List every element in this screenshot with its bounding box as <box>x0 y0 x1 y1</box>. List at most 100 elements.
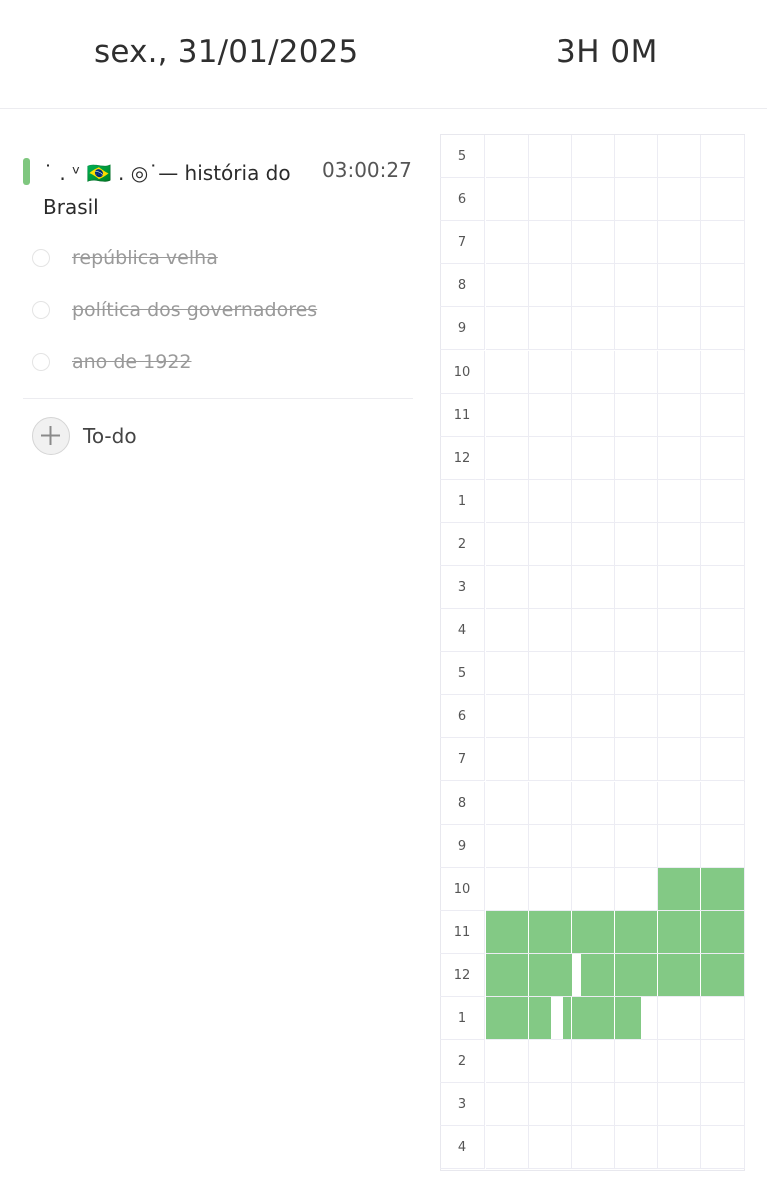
time-cell[interactable] <box>529 867 572 911</box>
time-cell[interactable] <box>486 393 529 437</box>
time-cell[interactable] <box>486 135 529 178</box>
time-cell[interactable] <box>615 1040 658 1084</box>
time-block[interactable] <box>486 997 551 1040</box>
time-cell[interactable] <box>486 695 529 739</box>
time-cell[interactable] <box>615 1126 658 1170</box>
time-cell[interactable] <box>658 824 701 868</box>
time-cell[interactable] <box>529 824 572 868</box>
time-cell[interactable] <box>572 522 615 566</box>
add-todo-button[interactable] <box>32 417 70 455</box>
time-cell[interactable] <box>486 178 529 222</box>
time-cell[interactable] <box>572 135 615 178</box>
time-cell[interactable] <box>486 738 529 782</box>
time-cell[interactable] <box>486 566 529 609</box>
time-cell[interactable] <box>572 867 615 911</box>
time-cell[interactable] <box>658 522 701 566</box>
time-cell[interactable] <box>529 522 572 566</box>
time-cell[interactable] <box>572 264 615 308</box>
time-cell[interactable] <box>529 1083 572 1127</box>
time-cell[interactable] <box>701 522 745 566</box>
time-cell[interactable] <box>615 824 658 868</box>
time-cell[interactable] <box>615 479 658 523</box>
time-cell[interactable] <box>658 221 701 265</box>
time-cell[interactable] <box>701 350 745 394</box>
time-cell[interactable] <box>658 393 701 437</box>
time-cell[interactable] <box>529 307 572 351</box>
time-cell[interactable] <box>572 738 615 782</box>
time-cell[interactable] <box>486 781 529 825</box>
time-cell[interactable] <box>701 1083 745 1127</box>
time-cell[interactable] <box>701 738 745 782</box>
time-cell[interactable] <box>658 997 701 1040</box>
time-cell[interactable] <box>529 781 572 825</box>
time-cell[interactable] <box>572 566 615 609</box>
time-cell[interactable] <box>658 652 701 696</box>
time-cell[interactable] <box>658 738 701 782</box>
time-cell[interactable] <box>529 436 572 480</box>
time-cell[interactable] <box>572 221 615 265</box>
time-cell[interactable] <box>658 135 701 178</box>
time-cell[interactable] <box>615 566 658 609</box>
checkbox-circle-icon[interactable] <box>32 301 50 319</box>
time-cell[interactable] <box>572 307 615 351</box>
task-title[interactable]: ˙ . ᵛ 🇧🇷 . ◎˙— história do Brasil <box>43 156 305 224</box>
time-cell[interactable] <box>529 221 572 265</box>
time-cell[interactable] <box>701 824 745 868</box>
time-cell[interactable] <box>486 867 529 911</box>
time-cell[interactable] <box>615 1083 658 1127</box>
time-cell[interactable] <box>615 264 658 308</box>
time-cell[interactable] <box>658 178 701 222</box>
time-cell[interactable] <box>572 393 615 437</box>
time-block[interactable] <box>563 997 641 1040</box>
time-cell[interactable] <box>701 997 745 1040</box>
checkbox-circle-icon[interactable] <box>32 249 50 267</box>
time-cell[interactable] <box>529 178 572 222</box>
time-cell[interactable] <box>658 350 701 394</box>
time-cell[interactable] <box>529 652 572 696</box>
time-cell[interactable] <box>486 652 529 696</box>
time-cell[interactable] <box>701 609 745 653</box>
time-cell[interactable] <box>572 1126 615 1170</box>
time-cell[interactable] <box>615 135 658 178</box>
time-block[interactable] <box>486 910 744 953</box>
time-cell[interactable] <box>529 609 572 653</box>
date-label[interactable]: sex., 31/01/2025 <box>94 34 358 70</box>
time-cell[interactable] <box>529 1040 572 1084</box>
time-cell[interactable] <box>615 652 658 696</box>
time-cell[interactable] <box>658 264 701 308</box>
time-cell[interactable] <box>572 652 615 696</box>
time-cell[interactable] <box>486 609 529 653</box>
time-cell[interactable] <box>529 264 572 308</box>
time-cell[interactable] <box>701 781 745 825</box>
checkbox-circle-icon[interactable] <box>32 353 50 371</box>
time-cell[interactable] <box>615 307 658 351</box>
time-cell[interactable] <box>658 1040 701 1084</box>
time-cell[interactable] <box>615 178 658 222</box>
time-cell[interactable] <box>529 135 572 178</box>
time-cell[interactable] <box>529 566 572 609</box>
time-cell[interactable] <box>486 350 529 394</box>
time-cell[interactable] <box>572 609 615 653</box>
time-cell[interactable] <box>572 436 615 480</box>
time-cell[interactable] <box>529 738 572 782</box>
time-cell[interactable] <box>701 264 745 308</box>
time-cell[interactable] <box>529 1126 572 1170</box>
time-cell[interactable] <box>486 824 529 868</box>
time-cell[interactable] <box>572 824 615 868</box>
time-cell[interactable] <box>701 566 745 609</box>
time-cell[interactable] <box>701 221 745 265</box>
time-cell[interactable] <box>486 264 529 308</box>
time-cell[interactable] <box>486 436 529 480</box>
time-cell[interactable] <box>701 695 745 739</box>
time-cell[interactable] <box>486 1083 529 1127</box>
time-cell[interactable] <box>486 479 529 523</box>
time-cell[interactable] <box>615 350 658 394</box>
time-cell[interactable] <box>572 350 615 394</box>
time-cell[interactable] <box>572 479 615 523</box>
time-cell[interactable] <box>615 867 658 911</box>
time-cell[interactable] <box>615 221 658 265</box>
time-cell[interactable] <box>615 695 658 739</box>
time-cell[interactable] <box>529 350 572 394</box>
time-cell[interactable] <box>658 609 701 653</box>
time-cell[interactable] <box>615 522 658 566</box>
